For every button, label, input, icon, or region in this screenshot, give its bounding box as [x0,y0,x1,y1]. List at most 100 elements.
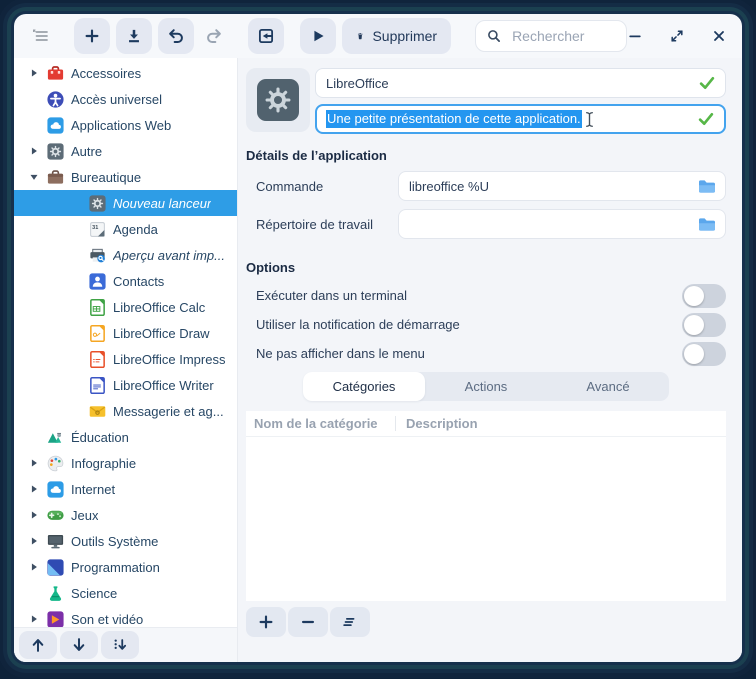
add-launcher-button[interactable] [74,18,110,54]
tree-item-son-et-vid-o[interactable]: Son et vidéo [14,606,237,627]
mail-icon [88,402,107,421]
detail-label: Commande [256,179,398,194]
palette-icon [46,454,65,473]
plus-icon [83,27,101,45]
move-up-button[interactable] [19,631,57,659]
column-header-category-name: Nom de la catégorie [246,416,395,431]
expander-right-icon[interactable] [28,457,40,469]
move-down-button[interactable] [60,631,98,659]
toolbar-button-group [74,18,336,54]
toggle-switch[interactable] [682,284,726,308]
tree-item-applications-web[interactable]: Applications Web [14,112,237,138]
tree-item-libreoffice-draw[interactable]: LibreOffice Draw [14,320,237,346]
launcher-icon-button[interactable] [246,68,310,132]
tree-item-libreoffice-writer[interactable]: LibreOffice Writer [14,372,237,398]
option-label: Utiliser la notification de démarrage [256,317,460,332]
tree-item-label: Autre [71,144,102,159]
expander-right-icon[interactable] [28,613,40,625]
tree-item-science[interactable]: Science [14,580,237,606]
tree-item-programmation[interactable]: Programmation [14,554,237,580]
folder-icon [697,176,717,196]
sort-icon [111,636,129,654]
sidebar-action-bar [14,627,237,662]
redo-button[interactable] [200,18,228,54]
undo-button[interactable] [158,18,194,54]
loimpress-icon [88,350,107,369]
expander-right-icon[interactable] [28,67,40,79]
tree-item-ducation[interactable]: Éducation [14,424,237,450]
tree-item-label: Jeux [71,508,98,523]
tree-item-accessoires[interactable]: Accessoires [14,60,237,86]
delete-button[interactable]: Supprimer [342,18,451,54]
editor-tabs: CatégoriesActionsAvancé [303,372,669,401]
up-icon [29,636,47,654]
clear-icon [341,613,359,631]
expander-right-icon[interactable] [28,535,40,547]
tab-actions[interactable]: Actions [425,372,547,401]
minus-icon [299,613,317,631]
tab-avanc-[interactable]: Avancé [547,372,669,401]
close-button[interactable] [711,28,728,45]
command-field[interactable]: libreoffice %U [398,171,726,201]
save-button[interactable] [116,18,152,54]
expander-right-icon[interactable] [28,561,40,573]
toggle-switch[interactable] [682,342,726,366]
tree-item-contacts[interactable]: Contacts [14,268,237,294]
tree-item-messagerie-et-ag[interactable]: Messagerie et ag... [14,398,237,424]
window-controls [627,28,728,45]
remove-category-button[interactable] [288,607,328,637]
briefcase-icon [46,168,65,187]
tree-item-autre[interactable]: Autre [14,138,237,164]
gearsq-icon [88,194,107,213]
toolbox-icon [46,64,65,83]
tree-item-label: Internet [71,482,115,497]
tab-cat-gories[interactable]: Catégories [303,372,425,401]
tree-item-label: Son et vidéo [71,612,143,627]
restore-icon [669,28,685,44]
search-icon [486,28,502,44]
restore-button[interactable] [669,28,686,45]
tree-item-infographie[interactable]: Infographie [14,450,237,476]
clear-categories-button[interactable] [330,607,370,637]
expander-down-icon[interactable] [28,171,40,183]
name-description-fields: LibreOffice Une petite présentation de c… [315,68,726,134]
min-icon [627,28,643,44]
browse-folder-button[interactable] [697,214,717,234]
description-selected-text: Une petite présentation de cette applica… [326,110,582,128]
valid-check-icon [698,74,716,92]
tree-item-nouveau-lanceur[interactable]: Nouveau lanceur [14,190,237,216]
toggle-switch[interactable] [682,313,726,337]
tree-item-label: Contacts [113,274,164,289]
tree-item-libreoffice-calc[interactable]: LibreOffice Calc [14,294,237,320]
working-directory-field[interactable] [398,209,726,239]
categories-table-body[interactable] [246,437,726,601]
expander-right-icon[interactable] [28,509,40,521]
minimize-button[interactable] [627,28,644,45]
tree-item-libreoffice-impress[interactable]: LibreOffice Impress [14,346,237,372]
search-input[interactable] [510,27,616,45]
name-field[interactable]: LibreOffice [315,68,726,98]
tree-item-label: LibreOffice Impress [113,352,225,367]
add-category-button[interactable] [246,607,286,637]
expander-right-icon[interactable] [28,145,40,157]
tree-item-label: Accessoires [71,66,141,81]
tree-item-aper-u-avant-imp[interactable]: Aperçu avant imp... [14,242,237,268]
sort-button[interactable] [101,631,139,659]
close-icon [711,28,727,44]
tree-item-bureautique[interactable]: Bureautique [14,164,237,190]
name-field-value: LibreOffice [326,76,389,91]
tree-item-outils-syst-me[interactable]: Outils Système [14,528,237,554]
test-launcher-button[interactable] [248,18,284,54]
execute-button[interactable] [300,18,336,54]
tree-item-label: Bureautique [71,170,141,185]
menu-editor-window: Supprimer Accessoires Accès universelAppl… [14,14,742,662]
tree-item-internet[interactable]: Internet [14,476,237,502]
tree-item-acc-s-universel[interactable]: Accès universel [14,86,237,112]
expander-right-icon[interactable] [28,483,40,495]
calendar-icon [88,220,107,239]
description-field[interactable]: Une petite présentation de cette applica… [315,104,726,134]
tree-item-jeux[interactable]: Jeux [14,502,237,528]
browse-folder-button[interactable] [697,176,717,196]
tree-item-agenda[interactable]: Agenda [14,216,237,242]
identity-row: LibreOffice Une petite présentation de c… [246,68,726,134]
